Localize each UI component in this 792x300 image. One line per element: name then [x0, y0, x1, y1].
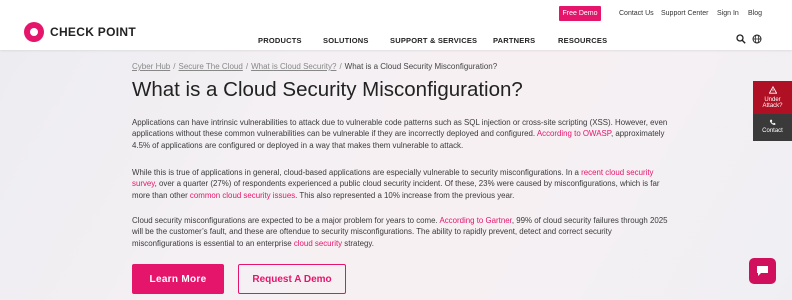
according-to-owasp-link[interactable]: According to OWASP: [537, 129, 611, 138]
sign-in-link[interactable]: Sign In: [717, 10, 739, 17]
paragraph-text: . This also represented a 10% increase f…: [295, 190, 515, 200]
breadcrumb-what-is-cloud-security[interactable]: What is Cloud Security?: [251, 62, 336, 71]
chat-button[interactable]: [749, 258, 776, 284]
contact-label: Contact: [762, 128, 783, 134]
paragraph-text: While this is true of applications in ge…: [132, 168, 582, 177]
contact-tab[interactable]: Contact: [753, 114, 792, 141]
breadcrumb: Cyber Hub / Secure The Cloud / What is Cloud…: [132, 62, 497, 71]
free-demo-button[interactable]: Free Demo: [559, 6, 601, 21]
warning-icon: [768, 85, 777, 94]
under-attack-tab[interactable]: Under Attack?: [753, 81, 792, 114]
paragraph-gartner: Cloud security misconfigurations are exp…: [132, 215, 672, 249]
breadcrumb-current: What is a Cloud Security Misconfiguratio…: [344, 62, 498, 71]
globe-icon[interactable]: [752, 34, 762, 44]
breadcrumb-separator: /: [245, 62, 249, 71]
contact-us-link[interactable]: Contact Us: [619, 10, 654, 17]
cloud-security-link[interactable]: cloud security: [294, 239, 342, 248]
paragraph-text: Cloud security misconfigurations are exp…: [132, 216, 440, 225]
breadcrumb-separator: /: [339, 62, 342, 71]
site-header: CHECK POINT Free Demo Contact Us Support…: [0, 0, 792, 50]
nav-solutions[interactable]: SOLUTIONS: [323, 36, 369, 45]
paragraph-owasp: Applications can have intrinsic vulnerab…: [132, 117, 672, 151]
logo-mark-icon: [21, 19, 44, 42]
support-center-link[interactable]: Support Center: [661, 10, 708, 17]
nav-products[interactable]: PRODUCTS: [258, 36, 302, 45]
nav-support-services[interactable]: SUPPORT & SERVICES: [390, 36, 477, 45]
learn-more-button[interactable]: Learn More: [132, 264, 224, 294]
blog-link[interactable]: Blog: [748, 10, 762, 17]
common-cloud-security-issues-link[interactable]: common cloud security issues: [190, 191, 295, 200]
logo-text: CHECK POINT: [50, 25, 136, 39]
page-title: What is a Cloud Security Misconfiguratio…: [132, 78, 523, 101]
according-to-gartner-link[interactable]: According to Gartner: [439, 216, 511, 225]
phone-icon: [769, 119, 776, 125]
search-icon[interactable]: [736, 34, 746, 44]
nav-resources[interactable]: RESOURCES: [558, 36, 607, 45]
paragraph-text: strategy.: [342, 238, 374, 248]
nav-partners[interactable]: PARTNERS: [493, 36, 535, 45]
breadcrumb-separator: /: [173, 62, 176, 71]
request-demo-button[interactable]: Request A Demo: [238, 264, 346, 294]
under-attack-label: Under Attack?: [762, 96, 783, 110]
check-point-logo[interactable]: CHECK POINT: [21, 19, 136, 42]
paragraph-survey: While this is true of applications in ge…: [132, 167, 672, 201]
breadcrumb-cyber-hub[interactable]: Cyber Hub: [132, 62, 170, 71]
breadcrumb-secure-the-cloud[interactable]: Secure The Cloud: [178, 62, 242, 71]
chat-bubble-icon: [757, 266, 768, 276]
